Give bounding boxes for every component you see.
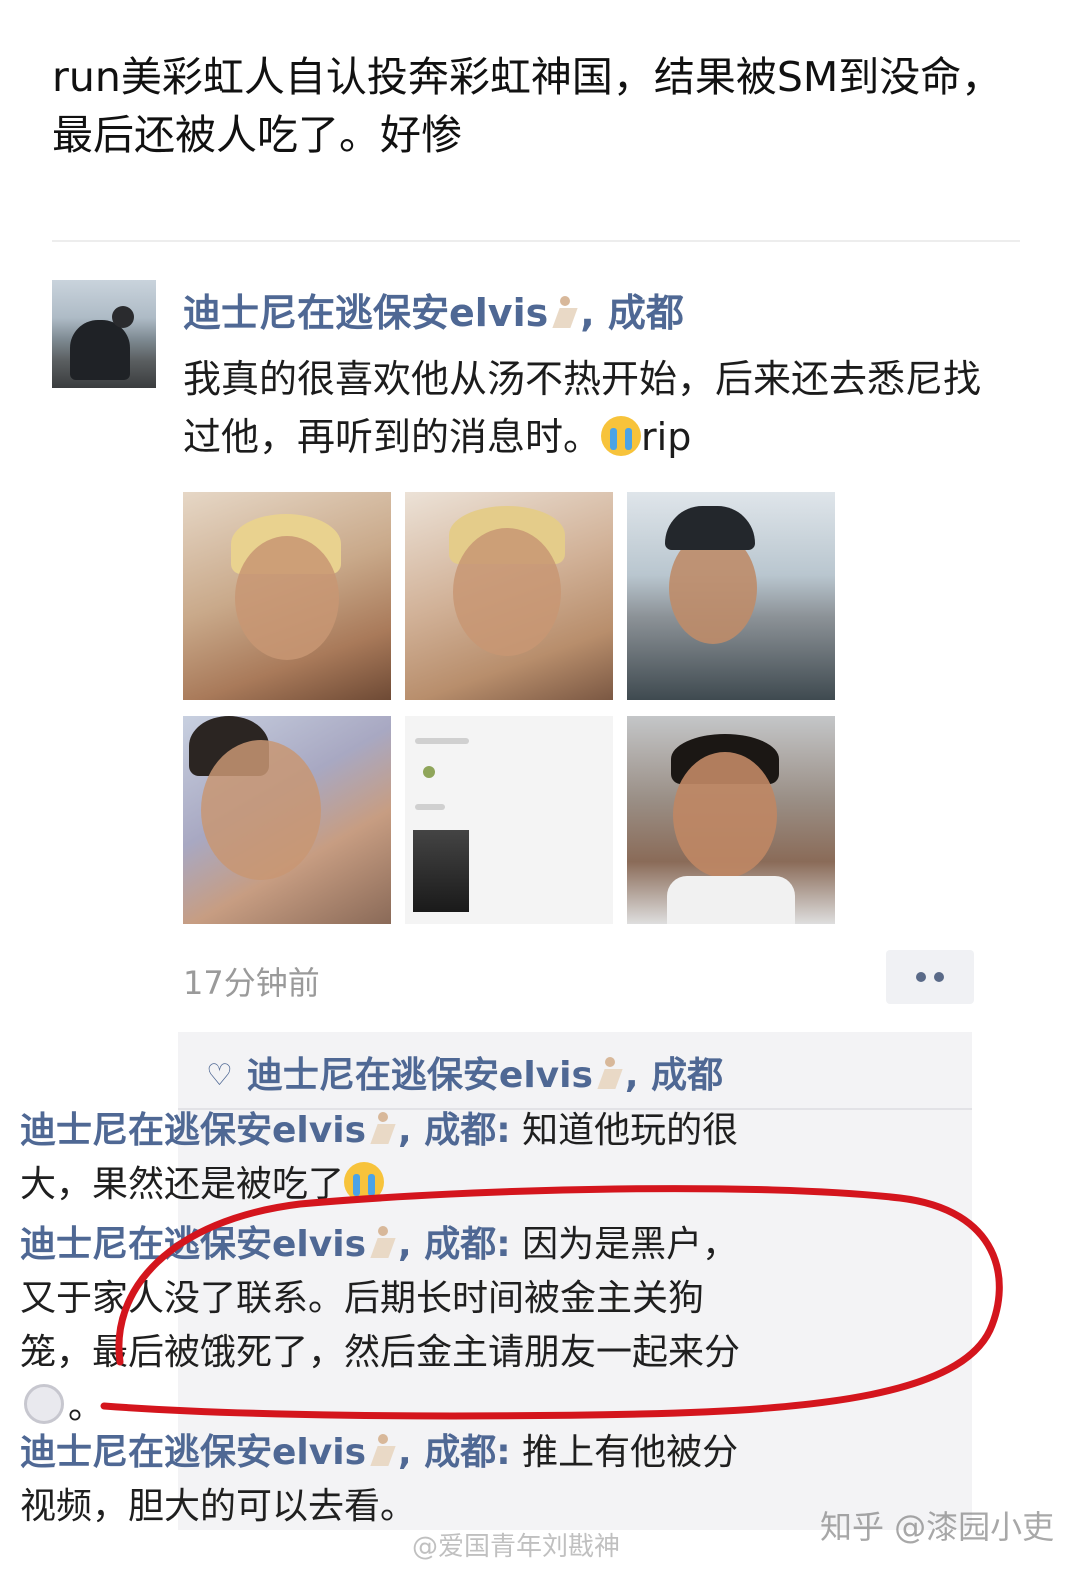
runner-emoji-icon xyxy=(368,1226,398,1260)
comment-author[interactable]: 迪士尼在逃保安elvis xyxy=(20,1432,366,1473)
heart-icon: ♡ xyxy=(206,1058,233,1093)
like-user-suffix[interactable]: 成都 xyxy=(651,1055,723,1096)
photo-3[interactable] xyxy=(627,492,835,700)
comment-text-tail: 。 xyxy=(68,1386,105,1427)
crying-emoji-icon xyxy=(344,1162,385,1202)
post-author-suffix[interactable]: 成都 xyxy=(608,291,684,335)
post-text: 我真的很喜欢他从汤不热开始，后来还去悉尼找过他，再听到的消息时。 rip xyxy=(183,350,983,466)
comment-item[interactable]: 迪士尼在逃保安elvis, 成都: 知道他玩的很大，果然还是被吃了 xyxy=(20,1104,770,1212)
comment-author-suffix[interactable]: 成都: xyxy=(424,1224,510,1265)
post-timestamp: 17分钟前 xyxy=(183,964,320,1002)
photo-1[interactable] xyxy=(183,492,391,700)
crying-emoji-icon xyxy=(601,416,642,456)
comment-author[interactable]: 迪士尼在逃保安elvis xyxy=(20,1224,366,1265)
post-body: 我真的很喜欢他从汤不热开始，后来还去悉尼找过他，再听到的消息时。 xyxy=(183,357,982,459)
comment-author-suffix[interactable]: 成都: xyxy=(424,1110,510,1151)
post-author[interactable]: 迪士尼在逃保安elvis, 成都 xyxy=(183,282,684,337)
runner-emoji-icon xyxy=(595,1057,625,1091)
photo-5-chat-screenshot[interactable] xyxy=(405,716,613,924)
headline-text: run美彩虹人自认投奔彩虹神国，结果被SM到没命，最后还被人吃了。好惨 xyxy=(52,53,1003,159)
photo-4[interactable] xyxy=(183,716,391,924)
zhihu-watermark: 知乎 @漆园小吏 xyxy=(820,1508,1055,1546)
weibo-watermark: @爱国青年刘戡神 xyxy=(412,1532,621,1562)
likes-row[interactable]: ♡ 迪士尼在逃保安elvis, 成都 xyxy=(206,1046,723,1098)
runner-emoji-icon xyxy=(368,1434,398,1468)
post-text-tail: rip xyxy=(641,415,692,459)
photo-6[interactable] xyxy=(627,716,835,924)
comment-author-suffix[interactable]: 成都: xyxy=(424,1432,510,1473)
divider xyxy=(52,240,1020,242)
runner-emoji-icon xyxy=(550,296,580,330)
avatar[interactable] xyxy=(52,280,156,388)
comment-author[interactable]: 迪士尼在逃保安elvis xyxy=(20,1110,366,1151)
comment-item[interactable]: 迪士尼在逃保安elvis, 成都: 因为是黑户，又于家人没了联系。后期长时间被金… xyxy=(20,1218,770,1434)
runner-emoji-icon xyxy=(368,1112,398,1146)
comment-item[interactable]: 迪士尼在逃保安elvis, 成都: 推上有他被分视频，胆大的可以去看。 xyxy=(20,1426,770,1534)
more-options-button[interactable] xyxy=(886,950,974,1004)
post-author-name[interactable]: 迪士尼在逃保安elvis xyxy=(183,291,548,335)
plate-icon xyxy=(24,1384,64,1424)
like-user-name[interactable]: 迪士尼在逃保安elvis xyxy=(247,1055,593,1096)
photo-2[interactable] xyxy=(405,492,613,700)
photo-grid xyxy=(183,492,835,924)
